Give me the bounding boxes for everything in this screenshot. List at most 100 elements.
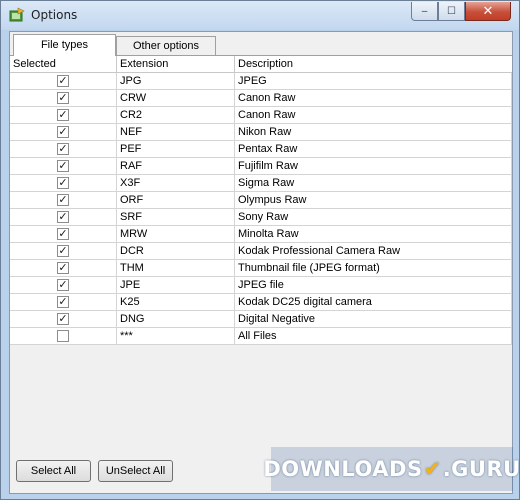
extension-cell: NEF — [117, 124, 235, 140]
selected-checkbox[interactable]: ✓ — [57, 75, 69, 87]
selected-checkbox[interactable]: ✓ — [57, 126, 69, 138]
description-cell: Pentax Raw — [235, 141, 512, 157]
description-cell: Minolta Raw — [235, 226, 512, 242]
extension-cell: SRF — [117, 209, 235, 225]
extension-cell: ORF — [117, 192, 235, 208]
description-cell: Canon Raw — [235, 90, 512, 106]
table-row[interactable]: ✓ DNG Digital Negative — [10, 311, 512, 328]
table-row[interactable]: ✓ NEF Nikon Raw — [10, 124, 512, 141]
extension-cell: K25 — [117, 294, 235, 310]
selected-checkbox[interactable]: ✓ — [57, 160, 69, 172]
maximize-button[interactable]: ☐ — [438, 2, 465, 21]
extension-cell: DCR — [117, 243, 235, 259]
close-button[interactable]: ✕ — [465, 2, 511, 21]
selected-checkbox[interactable]: ✓ — [57, 143, 69, 155]
tab-other-options[interactable]: Other options — [116, 36, 216, 55]
selected-cell: ✓ — [10, 90, 117, 106]
description-cell: JPEG file — [235, 277, 512, 293]
selected-checkbox[interactable]: ✓ — [57, 262, 69, 274]
selected-checkbox[interactable]: ✓ — [57, 228, 69, 240]
table-row[interactable]: ✓ PEF Pentax Raw — [10, 141, 512, 158]
close-icon: ✕ — [482, 3, 494, 18]
extension-cell: CRW — [117, 90, 235, 106]
options-window: Options – ☐ ✕ File types Other options S… — [0, 0, 520, 500]
tab-file-types[interactable]: File types — [13, 34, 116, 56]
table-row[interactable]: ✓ CRW Canon Raw — [10, 90, 512, 107]
watermark-logo: DOWNLOADS ✔ .GURU — [263, 447, 520, 491]
table-row[interactable]: *** All Files — [10, 328, 512, 345]
table-row[interactable]: ✓ JPE JPEG file — [10, 277, 512, 294]
selected-cell: ✓ — [10, 124, 117, 140]
extension-cell: CR2 — [117, 107, 235, 123]
table-row[interactable]: ✓ MRW Minolta Raw — [10, 226, 512, 243]
selected-checkbox[interactable]: ✓ — [57, 296, 69, 308]
selected-cell: ✓ — [10, 294, 117, 310]
selected-checkbox[interactable]: ✓ — [57, 313, 69, 325]
extension-cell: MRW — [117, 226, 235, 242]
table-row[interactable]: ✓ JPG JPEG — [10, 73, 512, 90]
extension-cell: RAF — [117, 158, 235, 174]
extension-cell: DNG — [117, 311, 235, 327]
description-cell: Thumbnail file (JPEG format) — [235, 260, 512, 276]
table-row[interactable]: ✓ CR2 Canon Raw — [10, 107, 512, 124]
selected-cell — [10, 328, 117, 344]
description-cell: Nikon Raw — [235, 124, 512, 140]
selected-cell: ✓ — [10, 158, 117, 174]
minimize-button[interactable]: – — [411, 2, 438, 21]
extension-cell: PEF — [117, 141, 235, 157]
description-cell: Sony Raw — [235, 209, 512, 225]
selected-cell: ✓ — [10, 209, 117, 225]
selected-cell: ✓ — [10, 107, 117, 123]
selected-cell: ✓ — [10, 192, 117, 208]
table-row[interactable]: ✓ RAF Fujifilm Raw — [10, 158, 512, 175]
dialog-client-area: File types Other options Selected Extens… — [9, 31, 513, 494]
table-row[interactable]: ✓ K25 Kodak DC25 digital camera — [10, 294, 512, 311]
table-row[interactable]: ✓ SRF Sony Raw — [10, 209, 512, 226]
window-title: Options — [31, 8, 78, 22]
table-row[interactable]: ✓ ORF Olympus Raw — [10, 192, 512, 209]
selected-checkbox[interactable]: ✓ — [57, 92, 69, 104]
column-header-description[interactable]: Description — [235, 56, 512, 73]
selected-cell: ✓ — [10, 277, 117, 293]
selected-checkbox[interactable]: ✓ — [57, 109, 69, 121]
selected-cell: ✓ — [10, 73, 117, 89]
description-cell: All Files — [235, 328, 512, 344]
minimize-icon: – — [421, 5, 428, 17]
selected-checkbox[interactable]: ✓ — [57, 279, 69, 291]
column-header-selected[interactable]: Selected — [10, 56, 117, 73]
description-cell: Digital Negative — [235, 311, 512, 327]
selected-checkbox[interactable]: ✓ — [57, 245, 69, 257]
extension-cell: JPG — [117, 73, 235, 89]
select-all-button[interactable]: Select All — [16, 460, 91, 482]
selected-checkbox[interactable]: ✓ — [57, 177, 69, 189]
selected-cell: ✓ — [10, 311, 117, 327]
description-cell: Fujifilm Raw — [235, 158, 512, 174]
grid-header: Selected Extension Description — [10, 56, 512, 73]
watermark-text-right: .GURU — [442, 457, 520, 481]
unselect-all-button[interactable]: UnSelect All — [98, 460, 173, 482]
watermark-text-left: DOWNLOADS — [263, 457, 423, 481]
description-cell: Canon Raw — [235, 107, 512, 123]
selected-cell: ✓ — [10, 243, 117, 259]
title-bar[interactable]: Options – ☐ ✕ — [1, 1, 519, 30]
file-types-grid: Selected Extension Description ✓ JPG JPEG ✓… — [10, 55, 512, 345]
table-row[interactable]: ✓ DCR Kodak Professional Camera Raw — [10, 243, 512, 260]
maximize-icon: ☐ — [447, 5, 456, 17]
column-header-extension[interactable]: Extension — [117, 56, 235, 73]
grid-rows: ✓ JPG JPEG ✓ CRW Canon Raw ✓ CR2 Canon Raw ✓ NEF Ni… — [10, 73, 512, 345]
description-cell: Sigma Raw — [235, 175, 512, 191]
table-row[interactable]: ✓ THM Thumbnail file (JPEG format) — [10, 260, 512, 277]
table-row[interactable]: ✓ X3F Sigma Raw — [10, 175, 512, 192]
selected-cell: ✓ — [10, 226, 117, 242]
description-cell: Kodak Professional Camera Raw — [235, 243, 512, 259]
description-cell: Olympus Raw — [235, 192, 512, 208]
selected-cell: ✓ — [10, 141, 117, 157]
extension-cell: THM — [117, 260, 235, 276]
selected-checkbox[interactable]: ✓ — [57, 211, 69, 223]
extension-cell: *** — [117, 328, 235, 344]
app-icon — [9, 7, 25, 22]
checkmark-icon: ✔ — [423, 457, 442, 481]
description-cell: Kodak DC25 digital camera — [235, 294, 512, 310]
selected-checkbox[interactable] — [57, 330, 69, 342]
selected-checkbox[interactable]: ✓ — [57, 194, 69, 206]
